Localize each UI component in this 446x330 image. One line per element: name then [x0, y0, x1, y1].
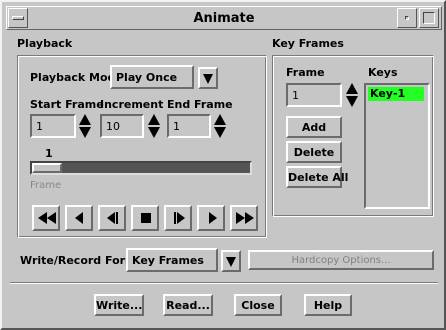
spin-down-icon[interactable] — [79, 127, 91, 138]
key-frame-input[interactable]: 1 — [286, 83, 342, 107]
maximize-icon — [423, 12, 435, 24]
frame-slider-label: Frame — [30, 180, 62, 191]
spin-down-icon[interactable] — [346, 96, 358, 107]
spin-up-icon[interactable] — [214, 114, 226, 125]
fast-forward-icon — [236, 212, 254, 224]
play-forward-icon — [174, 212, 185, 224]
minimize-icon — [405, 16, 409, 20]
separator — [10, 282, 438, 284]
animate-window: Animate Playback Playback Mode Play Once… — [0, 0, 446, 330]
spin-down-icon[interactable] — [214, 127, 226, 138]
fast-forward-button[interactable] — [230, 205, 258, 231]
key-frame-label: Frame — [286, 66, 325, 79]
frame-slider-track[interactable] — [30, 161, 252, 175]
increment-input[interactable]: 10 — [100, 114, 144, 138]
playback-section-label: Playback — [17, 37, 73, 50]
stop-icon — [141, 213, 151, 223]
step-back-button[interactable] — [65, 205, 93, 231]
frame-slider-thumb[interactable] — [32, 163, 62, 173]
start-frame-label: Start Frame — [30, 98, 104, 111]
keys-label: Keys — [368, 66, 398, 79]
play-reverse-icon — [107, 212, 118, 224]
write-record-format-dropdown[interactable]: Key Frames — [126, 248, 218, 272]
end-frame-label: End Frame — [167, 98, 233, 111]
close-button[interactable]: Close — [234, 294, 282, 316]
spin-down-icon[interactable] — [148, 127, 160, 138]
spin-up-icon[interactable] — [346, 83, 358, 94]
play-forward-button[interactable] — [164, 205, 192, 231]
end-frame-spinner[interactable] — [214, 113, 226, 139]
increment-spinner[interactable] — [148, 113, 160, 139]
step-forward-button[interactable] — [197, 205, 225, 231]
step-back-icon — [75, 212, 83, 224]
add-key-button[interactable]: Add — [286, 116, 342, 138]
playback-mode-label: Playback Mode — [30, 71, 123, 84]
minimize-button[interactable] — [397, 8, 417, 28]
write-record-format-dropdown-button[interactable] — [221, 250, 241, 272]
delete-key-button[interactable]: Delete — [286, 141, 342, 163]
dropdown-arrow-icon — [203, 74, 213, 84]
help-button[interactable]: Help — [304, 294, 352, 316]
step-forward-icon — [209, 212, 217, 224]
write-button[interactable]: Write... — [94, 294, 144, 316]
stop-button[interactable] — [131, 205, 159, 231]
dropdown-arrow-icon — [226, 257, 236, 267]
keys-list-item[interactable]: Key-1 — [368, 87, 424, 101]
end-frame-input[interactable]: 1 — [167, 114, 211, 138]
fast-rewind-icon — [38, 212, 56, 224]
play-reverse-button[interactable] — [98, 205, 126, 231]
playback-mode-dropdown-button[interactable] — [198, 67, 218, 89]
delete-all-keys-button[interactable]: Delete All — [286, 166, 348, 188]
playback-mode-dropdown[interactable]: Play Once — [110, 65, 194, 89]
keys-list[interactable]: Key-1 — [364, 83, 430, 209]
hardcopy-options-button[interactable]: Hardcopy Options... — [248, 250, 434, 270]
fast-rewind-button[interactable] — [32, 205, 60, 231]
key-frame-spinner[interactable] — [346, 82, 358, 108]
spin-up-icon[interactable] — [79, 114, 91, 125]
spin-up-icon[interactable] — [148, 114, 160, 125]
key-frames-section-label: Key Frames — [272, 37, 344, 50]
title-bar[interactable]: Animate — [6, 6, 442, 30]
start-frame-input[interactable]: 1 — [30, 114, 76, 138]
read-button[interactable]: Read... — [163, 294, 213, 316]
maximize-button[interactable] — [419, 8, 439, 28]
frame-slider-value: 1 — [45, 147, 53, 160]
start-frame-spinner[interactable] — [79, 113, 91, 139]
increment-label: Increment — [100, 98, 164, 111]
window-title: Animate — [193, 11, 255, 26]
